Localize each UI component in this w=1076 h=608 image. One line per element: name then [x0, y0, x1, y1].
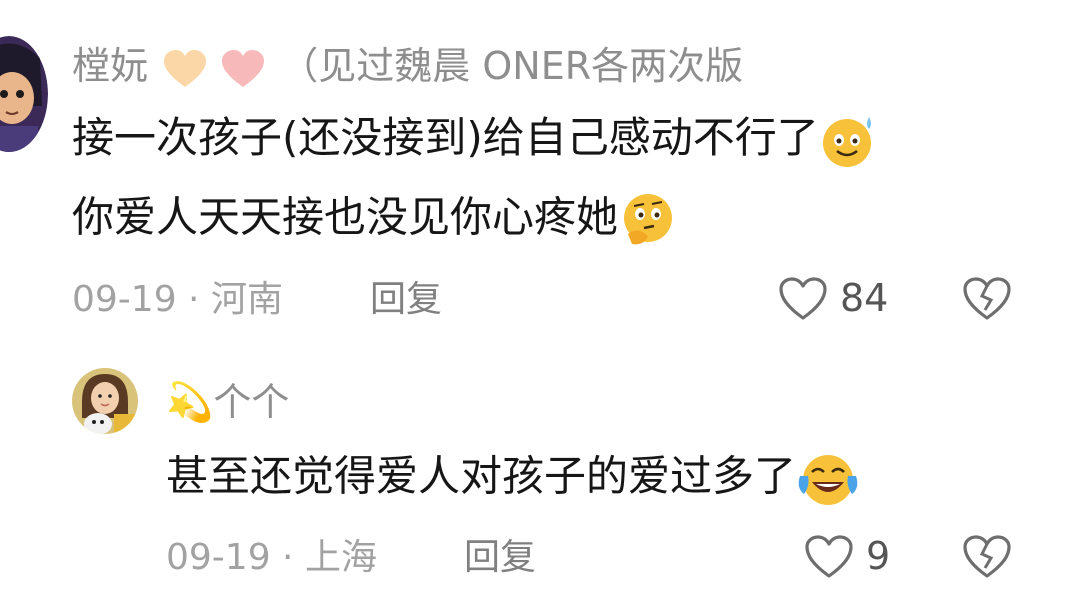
like-count: 84: [840, 276, 889, 320]
laughing-crying-emoji-icon: [796, 450, 860, 508]
comment-text: 接一次孩子(还没接到)给自己感动不行了: [72, 113, 819, 162]
reply-button[interactable]: 回复: [370, 278, 442, 322]
broken-heart-icon: [963, 277, 1011, 320]
dislike-button[interactable]: [962, 534, 1012, 580]
comment-2: 💫个个 甚至还觉得爱人对孩子的爱过多了 09-19 · 上海 回复 9: [0, 340, 1076, 608]
username-suffix: （见过魏晨 ONER各两次版: [280, 44, 744, 88]
like-count: 9: [866, 534, 891, 578]
dislike-button[interactable]: [962, 276, 1012, 322]
cartoon-girl-avatar-icon: [0, 36, 48, 152]
username[interactable]: 樘妧: [72, 44, 148, 88]
like-button[interactable]: 84: [778, 274, 898, 324]
sweat-smile-emoji-icon: [819, 113, 879, 169]
username-row: 樘妧 （见过魏晨 ONER各两次版: [72, 44, 743, 89]
comment-date-location: 09-19 · 河南: [72, 279, 283, 320]
reply-button[interactable]: 回复: [464, 536, 536, 580]
like-button[interactable]: 9: [804, 532, 904, 582]
comment-1: 樘妧 （见过魏晨 ONER各两次版 接一次孩子(还没接到)给自己感动不行了 你爱…: [0, 0, 1076, 340]
girl-with-dog-avatar-icon: [72, 368, 138, 434]
heart-outline-icon: [778, 276, 828, 322]
comment-text-line-1: 接一次孩子(还没接到)给自己感动不行了: [72, 112, 879, 169]
comment-text: 甚至还觉得爱人对孩子的爱过多了: [166, 451, 797, 501]
comment-text: 你爱人天天接也没见你心疼她: [72, 192, 619, 242]
comment-date-location: 09-19 · 上海: [166, 537, 377, 578]
comment-text-line-2: 你爱人天天接也没见你心疼她: [72, 190, 680, 250]
username[interactable]: 💫个个: [166, 380, 289, 424]
pink-heart-icon: [220, 49, 266, 89]
peach-heart-icon: [162, 49, 208, 89]
comment-text-line-1: 甚至还觉得爱人对孩子的爱过多了: [166, 450, 860, 508]
avatar[interactable]: [72, 368, 138, 434]
heart-outline-icon: [804, 534, 854, 580]
broken-heart-icon: [963, 535, 1011, 578]
thinking-emoji-icon: [618, 190, 680, 250]
username-row: 💫个个: [166, 380, 289, 424]
avatar[interactable]: [0, 36, 48, 152]
